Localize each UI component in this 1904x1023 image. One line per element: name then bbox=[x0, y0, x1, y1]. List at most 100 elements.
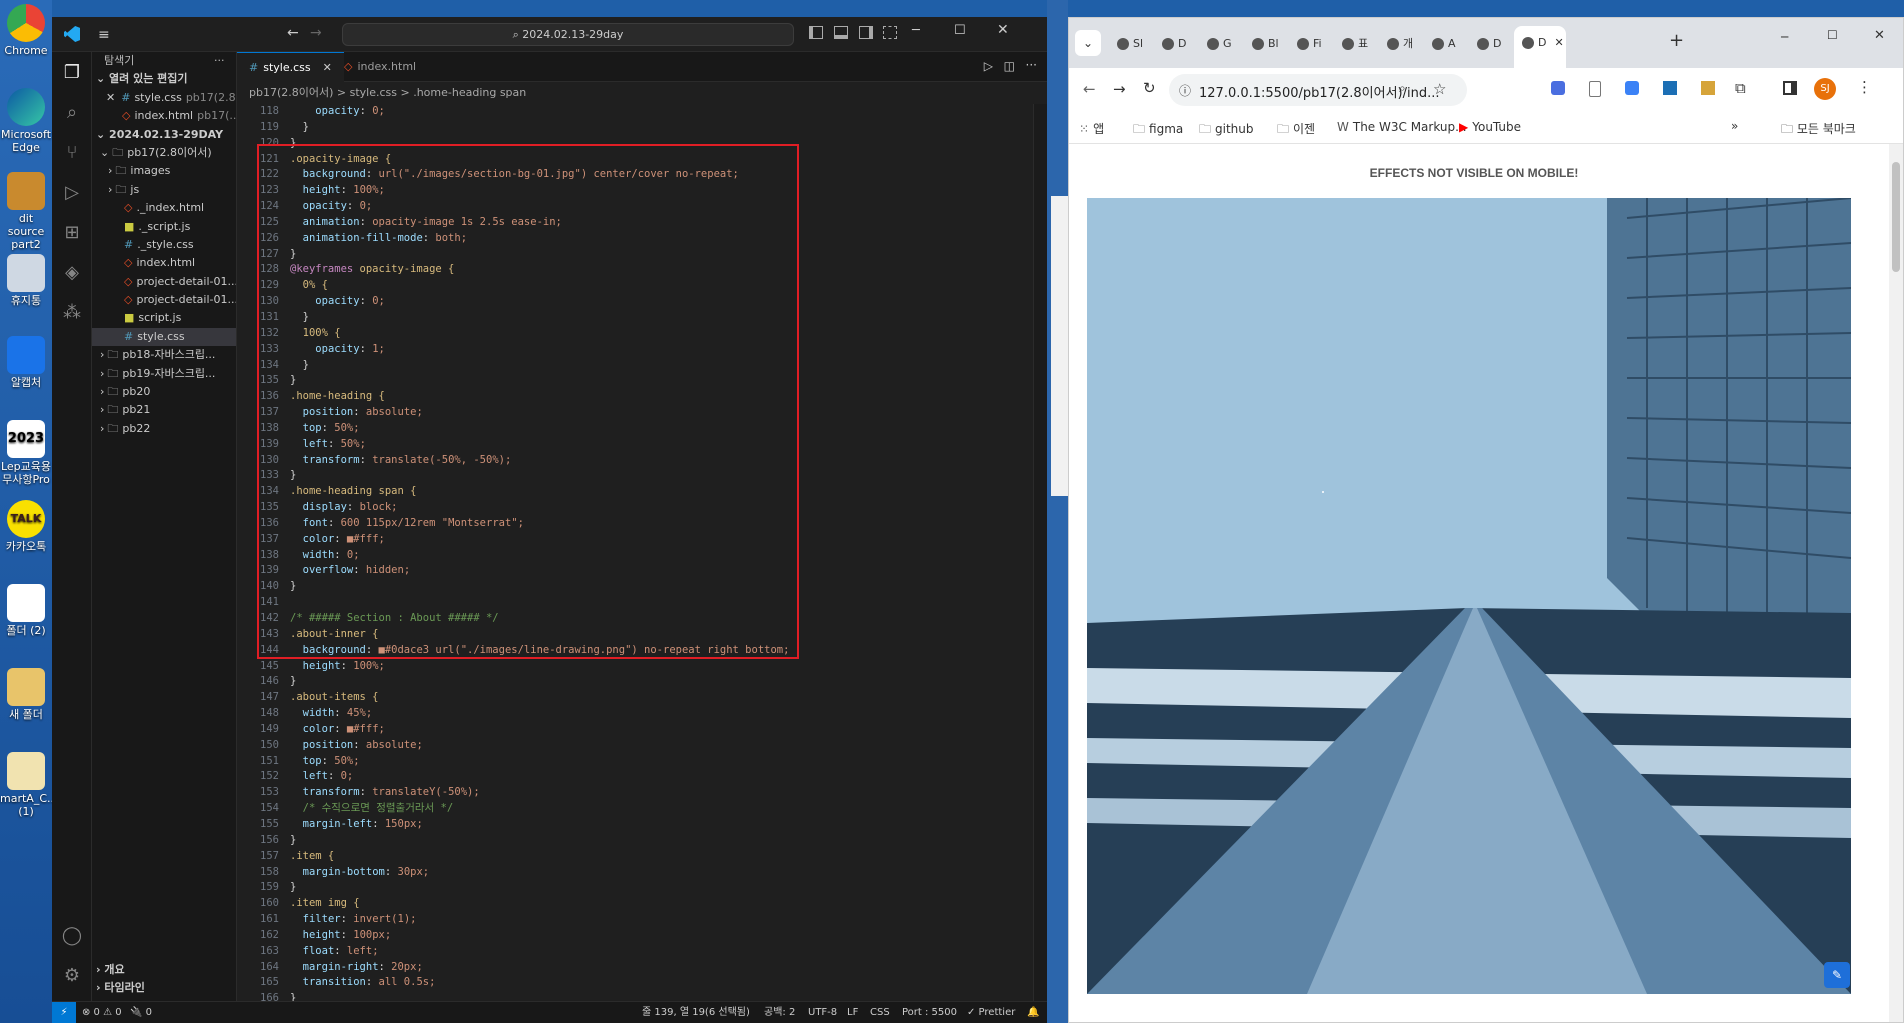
code-editor[interactable]: 118 119 120 121 122 123 124 125 126 127 128 129 130 1… bbox=[237, 104, 1047, 1001]
bookmark-item[interactable]: 🗀 github bbox=[1199, 120, 1254, 141]
reload-icon[interactable]: ↻ bbox=[1143, 79, 1156, 97]
code-line[interactable]: left: 0; bbox=[290, 769, 1027, 785]
toggle-secondary-sidebar-icon[interactable] bbox=[859, 26, 873, 39]
ports-count[interactable]: 🔌 0 bbox=[130, 1002, 152, 1023]
code-line[interactable]: } bbox=[290, 310, 1027, 326]
remote-indicator-icon[interactable]: ⚡ bbox=[52, 1002, 76, 1023]
code-line[interactable]: 100% { bbox=[290, 326, 1027, 342]
search-icon[interactable]: ⌕ bbox=[52, 92, 92, 132]
side-panel-icon[interactable] bbox=[1783, 81, 1797, 95]
file-tree-item[interactable]: › 🗀 pb20 bbox=[92, 383, 236, 401]
file-tree-item[interactable]: ◇ project-detail-01... bbox=[92, 291, 236, 309]
code-line[interactable]: opacity: 0; bbox=[290, 199, 1027, 215]
edit-pen-icon[interactable]: ✎ bbox=[1824, 962, 1850, 988]
code-line[interactable]: } bbox=[290, 880, 1027, 896]
code-line[interactable]: transform: translate(-50%, -50%); bbox=[290, 453, 1027, 469]
bookmark-item[interactable]: 🗀 figma bbox=[1133, 120, 1183, 141]
close-icon[interactable]: ✕ bbox=[1554, 36, 1563, 49]
code-line[interactable]: filter: invert(1); bbox=[290, 912, 1027, 928]
file-encoding[interactable]: UTF-8 bbox=[808, 1002, 837, 1023]
file-tree-item[interactable]: › 🗀 pb22 bbox=[92, 420, 236, 438]
code-line[interactable]: height: 100px; bbox=[290, 928, 1027, 944]
code-line[interactable]: .about-inner { bbox=[290, 627, 1027, 643]
split-editor-icon[interactable]: ◫ bbox=[1004, 59, 1015, 73]
tab-search-chevron-icon[interactable]: ⌄ bbox=[1075, 30, 1101, 56]
settings-gear-icon[interactable]: ⚙ bbox=[52, 955, 92, 995]
code-line[interactable]: /* 수직으로면 정렬출거라서 */ bbox=[290, 801, 1027, 817]
browser-tab[interactable]: Sl bbox=[1109, 28, 1153, 60]
browser-tab[interactable]: 개 bbox=[1379, 28, 1423, 60]
browser-tab[interactable]: A bbox=[1424, 28, 1468, 60]
code-line[interactable]: .opacity-image { bbox=[290, 152, 1027, 168]
timeline-header[interactable]: › 타임라인 bbox=[92, 979, 236, 997]
code-line[interactable]: } bbox=[290, 358, 1027, 374]
extension-icon[interactable] bbox=[1663, 81, 1677, 95]
customize-layout-icon[interactable] bbox=[883, 26, 897, 39]
code-line[interactable]: } bbox=[290, 468, 1027, 484]
tab-style-css[interactable]: # style.css ✕ bbox=[237, 52, 344, 82]
code-line[interactable]: @keyframes opacity-image { bbox=[290, 262, 1027, 278]
code-line[interactable]: } bbox=[290, 136, 1027, 152]
code-line[interactable]: float: left; bbox=[290, 944, 1027, 960]
extension-icon[interactable] bbox=[1589, 81, 1601, 97]
live-server-port[interactable]: Port : 5500 bbox=[902, 1002, 957, 1023]
open-editors-header[interactable]: ⌄ 열려 있는 편집기 bbox=[92, 70, 236, 88]
remote-explorer-icon[interactable]: ⁂ bbox=[52, 292, 92, 332]
code-line[interactable]: transition: all 0.5s; bbox=[290, 975, 1027, 991]
file-tree-item[interactable]: ◇ ._index.html bbox=[92, 199, 236, 217]
bookmarks-overflow-icon[interactable]: » bbox=[1731, 119, 1738, 133]
code-line[interactable]: transform: translateY(-50%); bbox=[290, 785, 1027, 801]
code-line[interactable] bbox=[290, 595, 1027, 611]
open-editor-item[interactable]: ◇ index.html pb17(... bbox=[92, 107, 236, 125]
back-arrow-icon[interactable]: ← bbox=[1083, 80, 1096, 98]
browser-tab[interactable]: Bl bbox=[1244, 28, 1288, 60]
desktop-shortcut[interactable]: Chrome bbox=[0, 4, 52, 57]
code-line[interactable]: opacity: 0; bbox=[290, 104, 1027, 120]
code-line[interactable]: } bbox=[290, 991, 1027, 1001]
code-line[interactable]: color: ■#fff; bbox=[290, 722, 1027, 738]
maximize-button[interactable]: ☐ bbox=[1827, 28, 1838, 42]
code-line[interactable]: margin-bottom: 30px; bbox=[290, 865, 1027, 881]
file-tree-item[interactable]: › 🗀 pb21 bbox=[92, 401, 236, 419]
forward-arrow-icon[interactable]: → bbox=[310, 25, 322, 41]
code-line[interactable]: } bbox=[290, 120, 1027, 136]
browser-tab[interactable]: D ✕ bbox=[1514, 26, 1566, 68]
code-line[interactable]: height: 100%; bbox=[290, 183, 1027, 199]
account-icon[interactable]: ◯ bbox=[52, 915, 92, 955]
explorer-icon[interactable]: ❐ bbox=[52, 52, 92, 92]
indentation-spaces[interactable]: 공백: 2 bbox=[764, 1002, 795, 1023]
bookmark-star-icon[interactable]: ☆ bbox=[1433, 80, 1446, 98]
code-line[interactable]: opacity: 0; bbox=[290, 294, 1027, 310]
problems-count[interactable]: ⊗ 0 ⚠ 0 bbox=[82, 1002, 122, 1023]
code-line[interactable]: left: 50%; bbox=[290, 437, 1027, 453]
code-line[interactable]: display: block; bbox=[290, 500, 1027, 516]
outline-header[interactable]: › 개요 bbox=[92, 961, 236, 979]
extensions-puzzle-icon[interactable]: ⧉ bbox=[1735, 79, 1746, 97]
line-ending[interactable]: LF bbox=[847, 1002, 858, 1023]
minimize-button[interactable]: ─ bbox=[912, 23, 920, 38]
file-tree-item[interactable]: ◇ index.html bbox=[92, 254, 236, 272]
minimize-button[interactable]: ─ bbox=[1781, 30, 1788, 44]
code-line[interactable]: height: 100%; bbox=[290, 659, 1027, 675]
browser-tab[interactable]: D bbox=[1469, 28, 1513, 60]
open-editor-item[interactable]: ✕ #style.csspb17(2.8... bbox=[92, 89, 236, 107]
desktop-shortcut[interactable]: 2023 Lep교육용 무사항Pro bbox=[0, 420, 52, 486]
tab-index-html[interactable]: ◇ index.html bbox=[332, 52, 428, 82]
file-tree-item[interactable]: # style.css bbox=[92, 327, 236, 347]
code-line[interactable]: opacity: 1; bbox=[290, 342, 1027, 358]
desktop-shortcut[interactable]: TALK 카카오톡 bbox=[0, 500, 52, 553]
extension-icon[interactable] bbox=[1625, 81, 1639, 95]
browser-tab[interactable]: D bbox=[1154, 28, 1198, 60]
desktop-shortcut[interactable]: dit source part2 bbox=[0, 172, 52, 251]
source-control-icon[interactable]: ⑂ bbox=[52, 132, 92, 172]
code-line[interactable]: font: 600 115px/12rem "Montserrat"; bbox=[290, 516, 1027, 532]
all-bookmarks[interactable]: 🗀 모든 북마크 bbox=[1781, 120, 1856, 141]
close-button[interactable]: ✕ bbox=[1874, 28, 1885, 43]
code-line[interactable]: 0% { bbox=[290, 278, 1027, 294]
code-line[interactable]: overflow: hidden; bbox=[290, 563, 1027, 579]
close-icon[interactable]: ✕ bbox=[106, 91, 115, 104]
desktop-shortcut[interactable]: 폴더 (2) bbox=[0, 584, 52, 637]
file-tree-item[interactable]: ■ script.js bbox=[92, 309, 236, 327]
back-arrow-icon[interactable]: ← bbox=[287, 25, 299, 41]
run-icon[interactable]: ▷ bbox=[984, 59, 993, 73]
